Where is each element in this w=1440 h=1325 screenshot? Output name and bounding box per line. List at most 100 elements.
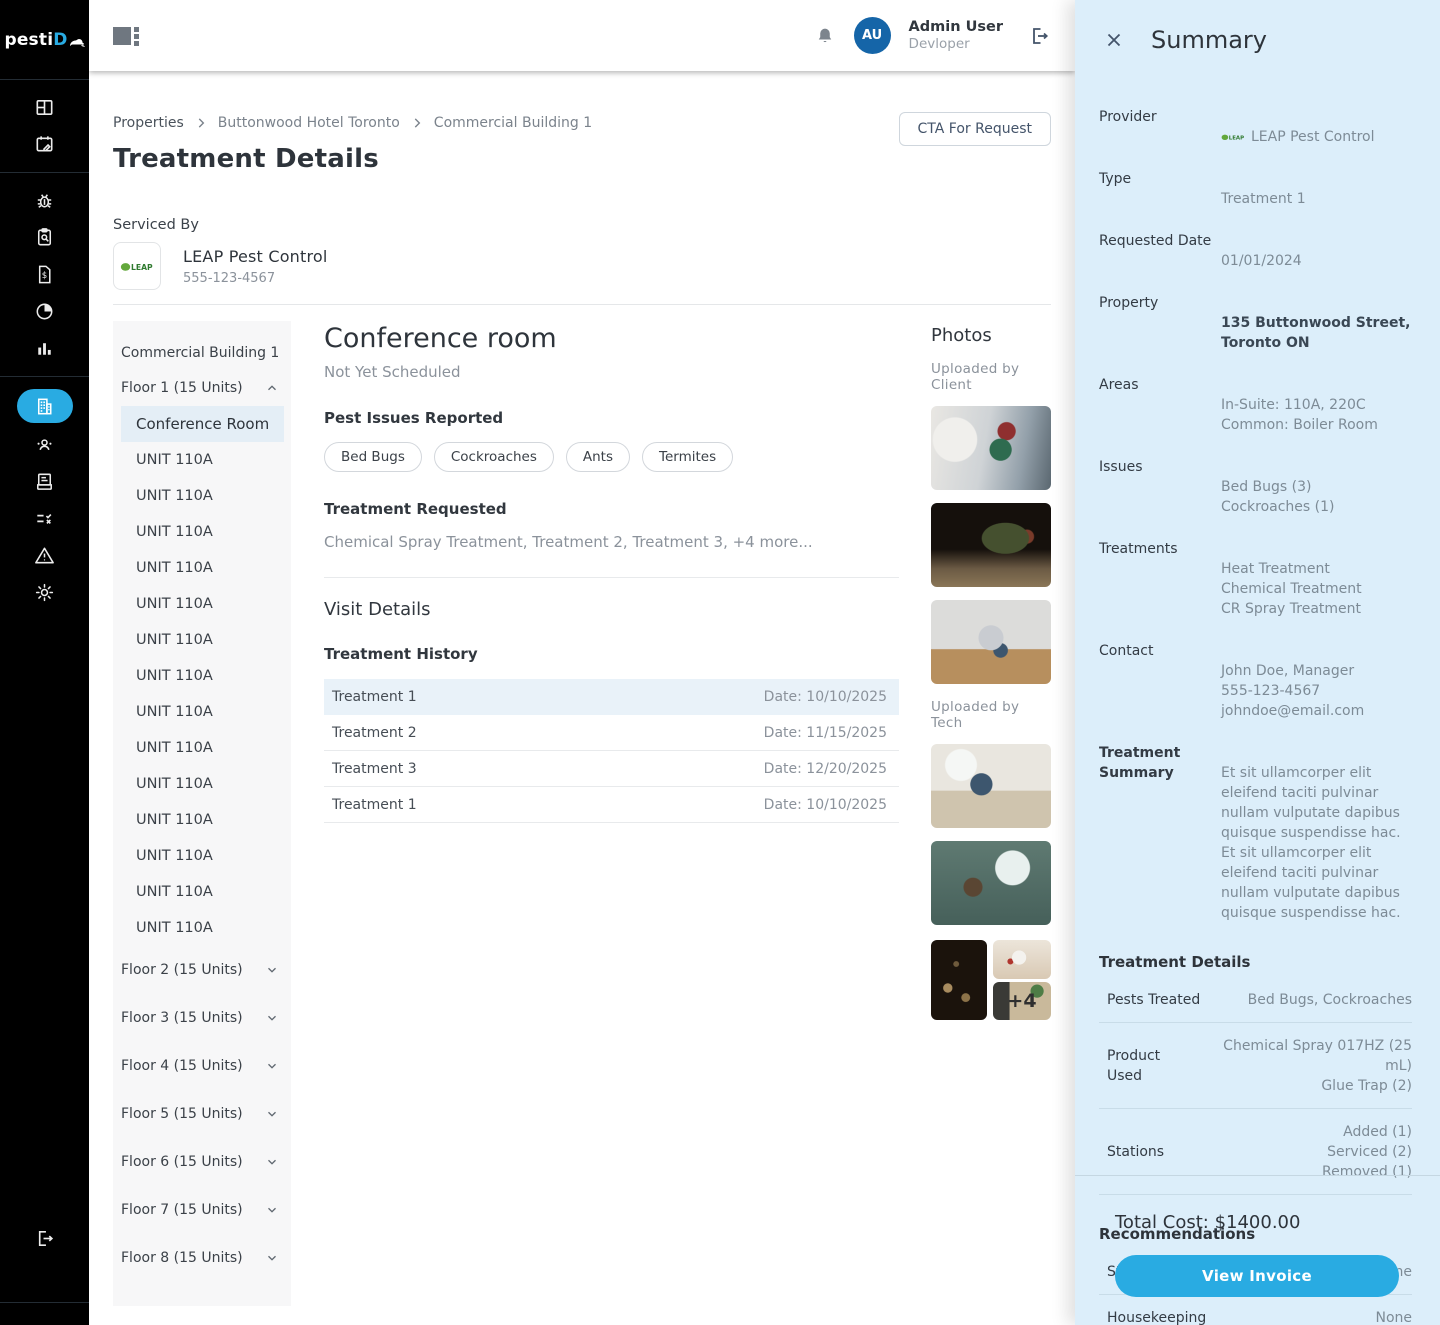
- nav-dashboard[interactable]: [0, 89, 89, 126]
- summary-row-label: Requested Date: [1099, 231, 1221, 271]
- more-photos-badge[interactable]: +4: [993, 982, 1051, 1021]
- treatment-history-row[interactable]: Treatment 3 Date: 12/20/2025: [324, 751, 899, 787]
- summary-row-value: LEAP135 Buttonwood Street, Toronto ON: [1221, 293, 1412, 353]
- summary-panel: Summary Provider LEAPLEAP Pest Control T…: [1075, 0, 1440, 1325]
- summary-row-label: Provider: [1099, 107, 1221, 147]
- nav-group-top: [0, 80, 89, 173]
- header-logout-button[interactable]: [1027, 24, 1051, 48]
- tree-floor-item[interactable]: Floor 5 (15 Units): [113, 1090, 291, 1138]
- tree-unit-item[interactable]: UNIT 110A: [113, 550, 291, 586]
- summary-row-label: Issues: [1099, 457, 1221, 517]
- summary-row-label: Type: [1099, 169, 1221, 209]
- nav-team[interactable]: [0, 426, 89, 463]
- breadcrumb-building[interactable]: Commercial Building 1: [434, 115, 592, 131]
- chevron-right-icon: [194, 116, 208, 130]
- summary-row-text: Et sit ullamcorper elit eleifend taciti …: [1221, 765, 1401, 921]
- breadcrumb-hotel[interactable]: Buttonwood Hotel Toronto: [218, 115, 400, 131]
- recommendation-value: None: [1207, 1308, 1412, 1325]
- chevron-down-icon: [265, 1155, 279, 1169]
- summary-row-text: Bed Bugs (3) Cockroaches (1): [1221, 479, 1335, 515]
- tree-unit-item[interactable]: UNIT 110A: [113, 586, 291, 622]
- view-invoice-button[interactable]: View Invoice: [1115, 1255, 1399, 1297]
- tree-floor-item[interactable]: Floor 4 (15 Units): [113, 1042, 291, 1090]
- close-icon[interactable]: [1103, 29, 1125, 51]
- provider-phone: 555-123-4567: [183, 271, 328, 286]
- client-photo-fly-closeup[interactable]: [931, 503, 1051, 587]
- settings-gear-icon: [33, 581, 56, 604]
- tree-floor-item[interactable]: Floor 6 (15 Units): [113, 1138, 291, 1186]
- tree-floor-label: Floor 8 (15 Units): [121, 1250, 243, 1266]
- treatment-history-row[interactable]: Treatment 1 Date: 10/10/2025: [324, 787, 899, 823]
- nav-receipts[interactable]: [0, 463, 89, 500]
- treatment-history-row[interactable]: Treatment 1 Date: 10/10/2025: [324, 679, 899, 715]
- detail-value: Bed Bugs, Cockroaches: [1207, 990, 1412, 1010]
- tree-unit-item[interactable]: UNIT 110A: [113, 910, 291, 946]
- nav-analytics[interactable]: [0, 330, 89, 367]
- tree-unit-item[interactable]: UNIT 110A: [113, 802, 291, 838]
- svg-text:LEAP: LEAP: [131, 262, 153, 271]
- sidebar-logout-button[interactable]: [0, 1220, 89, 1257]
- nav-inspections[interactable]: [0, 219, 89, 256]
- client-photo-technician[interactable]: [931, 600, 1051, 684]
- tree-unit-item[interactable]: UNIT 110A: [113, 694, 291, 730]
- summary-row-text: 135 Buttonwood Street, Toronto ON: [1221, 315, 1410, 351]
- checklist-icon: [33, 507, 56, 530]
- summary-footer: Total Cost: $1400.00 View Invoice: [1075, 1175, 1440, 1297]
- tree-floor-item[interactable]: Floor 2 (15 Units): [113, 946, 291, 994]
- nav-group-bottom: [0, 377, 89, 620]
- tech-photo-window-inspection[interactable]: [931, 841, 1051, 925]
- nav-settings[interactable]: [0, 574, 89, 611]
- user-avatar[interactable]: AU: [854, 17, 891, 54]
- pest-chip: Bed Bugs: [324, 442, 422, 472]
- tree-unit-item[interactable]: UNIT 110A: [113, 874, 291, 910]
- chevron-down-icon: [265, 1203, 279, 1217]
- client-photo-spray-equipment[interactable]: [931, 406, 1051, 490]
- nav-invoices[interactable]: $: [0, 256, 89, 293]
- cta-for-request-button[interactable]: CTA For Request: [899, 112, 1051, 146]
- tree-floor-label: Floor 5 (15 Units): [121, 1106, 243, 1122]
- nav-tasks[interactable]: [0, 500, 89, 537]
- tree-floor-item[interactable]: Floor 3 (15 Units): [113, 994, 291, 1042]
- uploaded-by-client-label: Uploaded by Client: [931, 361, 1051, 393]
- notification-bell-icon[interactable]: [814, 25, 836, 47]
- tech-photo-baseboard-spray[interactable]: [931, 744, 1051, 828]
- collage-photo-wall-station[interactable]: +4: [993, 982, 1051, 1021]
- user-name: Admin User: [909, 18, 1003, 36]
- summary-row-value: LEAP01/01/2024: [1221, 231, 1412, 271]
- tree-floor-1-item[interactable]: Floor 1 (15 Units): [113, 378, 291, 398]
- tree-unit-item[interactable]: UNIT 110A: [113, 838, 291, 874]
- tree-unit-item[interactable]: UNIT 110A: [113, 658, 291, 694]
- treatment-requested-label: Treatment Requested: [324, 500, 899, 518]
- room-details-section: Conference room Not Yet Scheduled Pest I…: [324, 321, 899, 1306]
- tree-conference-room-item[interactable]: Conference Room: [121, 406, 284, 442]
- treatment-date: Date: 10/10/2025: [764, 797, 887, 813]
- tree-unit-item[interactable]: UNIT 110A: [113, 622, 291, 658]
- nav-properties[interactable]: [0, 386, 89, 426]
- sidebar-collapse-icon[interactable]: [113, 26, 139, 46]
- nav-pests[interactable]: [0, 182, 89, 219]
- tree-floor-label: Floor 3 (15 Units): [121, 1010, 243, 1026]
- treatment-history-row[interactable]: Treatment 2 Date: 11/15/2025: [324, 715, 899, 751]
- chevron-up-icon: [265, 381, 279, 395]
- tree-unit-item[interactable]: UNIT 110A: [113, 442, 291, 478]
- tree-unit-item[interactable]: UNIT 110A: [113, 766, 291, 802]
- tree-unit-item[interactable]: UNIT 110A: [113, 514, 291, 550]
- uploaded-by-tech-label: Uploaded by Tech: [931, 699, 1051, 731]
- photos-title: Photos: [931, 325, 1051, 346]
- nav-reports-gauge[interactable]: [0, 293, 89, 330]
- nav-alerts[interactable]: [0, 537, 89, 574]
- tree-floor-item[interactable]: Floor 8 (15 Units): [113, 1234, 291, 1282]
- tree-unit-item[interactable]: UNIT 110A: [113, 730, 291, 766]
- tree-building-item[interactable]: Commercial Building 1: [113, 345, 291, 365]
- svg-text:$: $: [42, 271, 47, 281]
- breadcrumb-properties[interactable]: Properties: [113, 115, 184, 131]
- treatment-name: Treatment 1: [332, 689, 417, 705]
- collage-photo-tech-suit[interactable]: [993, 940, 1051, 979]
- provider-card: LEAP LEAP Pest Control 555-123-4567: [113, 242, 1051, 290]
- tree-unit-item[interactable]: UNIT 110A: [113, 478, 291, 514]
- collage-photo-insect-debris[interactable]: [931, 940, 987, 1020]
- treatment-history-label: Treatment History: [324, 645, 899, 663]
- nav-schedule[interactable]: [0, 126, 89, 163]
- nav-group-middle: $: [0, 173, 89, 377]
- tree-floor-item[interactable]: Floor 7 (15 Units): [113, 1186, 291, 1234]
